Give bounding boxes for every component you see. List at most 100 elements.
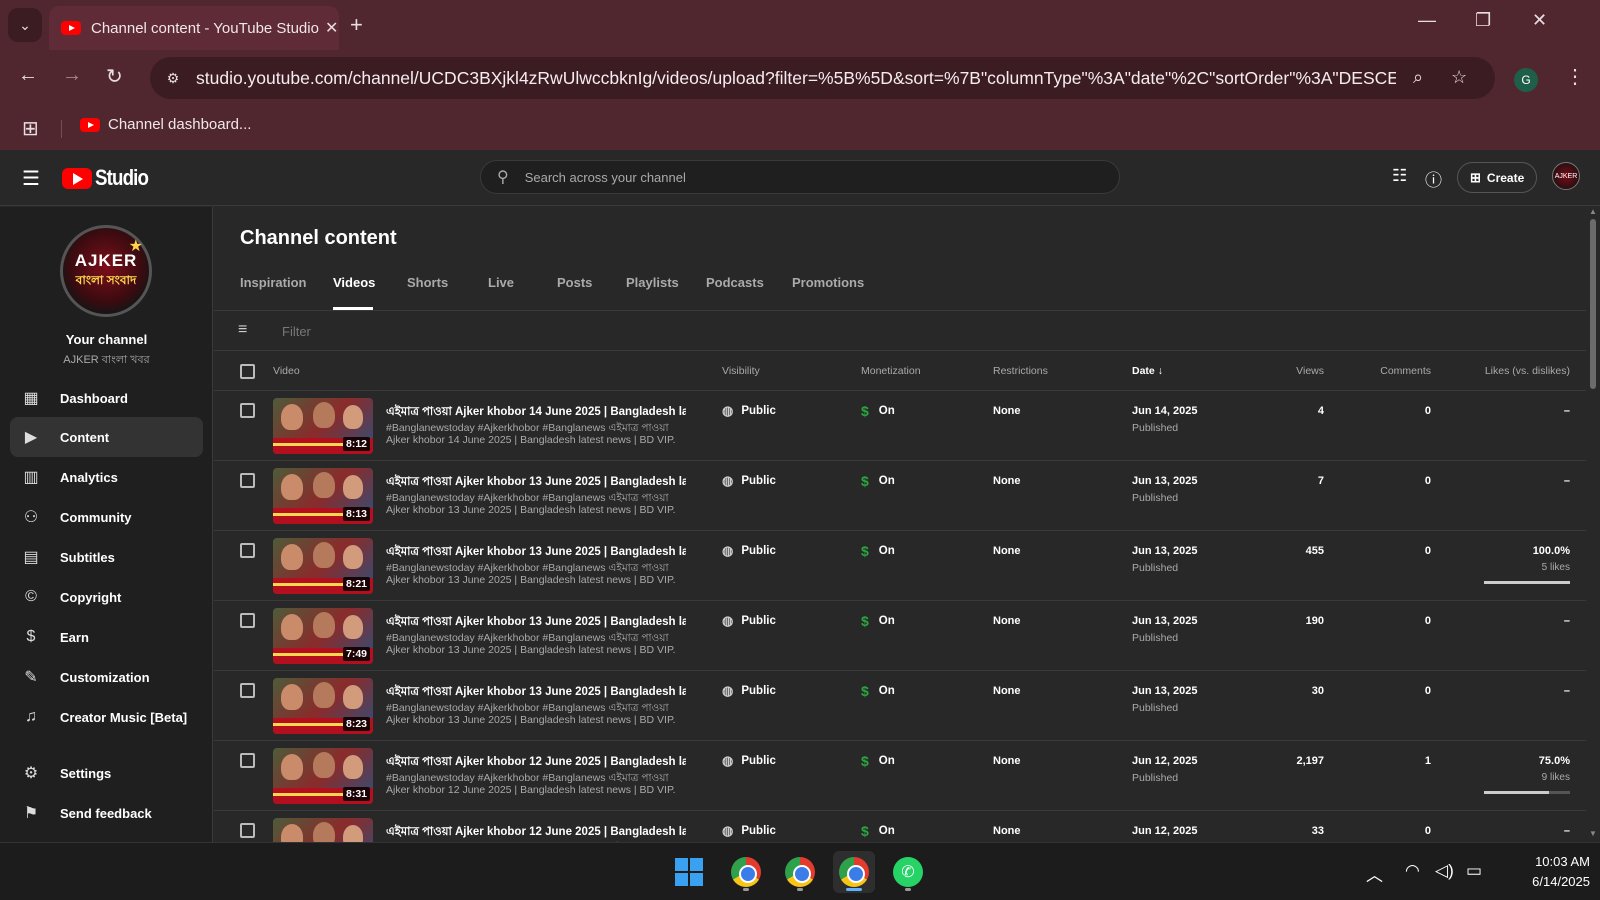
sidebar-item-subtitles[interactable]: ▤ Subtitles — [10, 537, 203, 577]
column-header-restrictions[interactable]: Restrictions — [993, 365, 1048, 377]
volume-icon[interactable]: ◁) — [1435, 861, 1454, 881]
scroll-up-icon[interactable]: ▲ — [1589, 207, 1597, 216]
wifi-icon[interactable]: ◠ — [1405, 861, 1420, 881]
apps-grid-icon[interactable]: ⊞ — [22, 116, 39, 141]
video-title[interactable]: এইমাত্র পাওয়া Ajker khobor 13 June 2025… — [386, 473, 686, 492]
visibility-cell[interactable]: ◍ Public — [722, 473, 776, 489]
tab-podcasts[interactable]: Podcasts — [706, 275, 764, 290]
channel-avatar[interactable]: ★ AJKER বাংলা সংবাদ — [60, 225, 152, 317]
video-thumbnail[interactable] — [273, 818, 373, 842]
table-row[interactable]: 7:49 এইমাত্র পাওয়া Ajker khobor 13 June … — [214, 601, 1586, 671]
video-thumbnail[interactable]: 8:12 — [273, 398, 373, 454]
column-header-visibility[interactable]: Visibility — [722, 365, 760, 377]
hamburger-menu-icon[interactable]: ☰ — [22, 166, 40, 191]
browser-menu-icon[interactable]: ⋮ — [1565, 64, 1585, 89]
row-checkbox[interactable] — [240, 613, 255, 628]
minimize-icon[interactable]: — — [1418, 10, 1436, 31]
column-header-monetization[interactable]: Monetization — [861, 365, 921, 377]
taskbar-chrome-2[interactable] — [779, 851, 821, 893]
visibility-cell[interactable]: ◍ Public — [722, 613, 776, 629]
new-tab-button[interactable]: + — [350, 12, 363, 38]
search-input[interactable] — [524, 169, 1085, 185]
select-all-checkbox[interactable] — [240, 364, 255, 379]
help-icon[interactable]: ⓘ — [1425, 166, 1442, 191]
tab-search-button[interactable]: ⌄ — [8, 8, 42, 42]
table-row[interactable]: 8:23 এইমাত্র পাওয়া Ajker khobor 13 June … — [214, 671, 1586, 741]
tab-live[interactable]: Live — [488, 275, 514, 290]
visibility-cell[interactable]: ◍ Public — [722, 683, 776, 699]
row-checkbox[interactable] — [240, 403, 255, 418]
tab-shorts[interactable]: Shorts — [407, 275, 448, 290]
video-title[interactable]: এইমাত্র পাওয়া Ajker khobor 13 June 2025… — [386, 613, 686, 632]
video-title[interactable]: এইমাত্র পাওয়া Ajker khobor 12 June 2025… — [386, 753, 686, 772]
sidebar-item-community[interactable]: ⚇ Community — [10, 497, 203, 537]
video-thumbnail[interactable]: 8:13 — [273, 468, 373, 524]
zoom-search-icon[interactable]: ⌕ — [1413, 67, 1423, 88]
address-bar[interactable]: ⚙ studio.youtube.com/channel/UCDC3BXjkl4… — [150, 57, 1495, 99]
tab-posts[interactable]: Posts — [557, 275, 592, 290]
monetization-cell[interactable]: $ On — [861, 753, 895, 769]
create-button[interactable]: ⊞ Create — [1457, 162, 1538, 193]
monetization-cell[interactable]: $ On — [861, 543, 895, 559]
video-title[interactable]: এইমাত্র পাওয়া Ajker khobor 13 June 2025… — [386, 683, 686, 702]
video-title[interactable]: এইমাত্র পাওয়া Ajker khobor 14 June 2025… — [386, 403, 686, 422]
sidebar-item-earn[interactable]: $ Earn — [10, 617, 203, 657]
scroll-down-icon[interactable]: ▼ — [1589, 829, 1597, 838]
url-text[interactable]: studio.youtube.com/channel/UCDC3BXjkl4zR… — [196, 68, 1396, 89]
messages-icon[interactable]: ☷ — [1392, 166, 1407, 186]
system-clock[interactable]: 10:03 AM 6/14/2025 — [1500, 852, 1590, 892]
site-info-icon[interactable]: ⚙ — [162, 67, 184, 89]
video-thumbnail[interactable]: 7:49 — [273, 608, 373, 664]
tab-inspiration[interactable]: Inspiration — [240, 275, 306, 290]
bookmark-star-icon[interactable]: ☆ — [1451, 67, 1467, 88]
column-header-likes[interactable]: Likes (vs. dislikes) — [1464, 365, 1570, 377]
visibility-cell[interactable]: ◍ Public — [722, 403, 776, 419]
sidebar-item-analytics[interactable]: ▥ Analytics — [10, 457, 203, 497]
table-row[interactable]: 8:31 এইমাত্র পাওয়া Ajker khobor 12 June … — [214, 741, 1586, 811]
back-icon[interactable]: ← — [18, 64, 38, 87]
tab-promotions[interactable]: Promotions — [792, 275, 864, 290]
video-title[interactable]: এইমাত্র পাওয়া Ajker khobor 12 June 2025… — [386, 823, 686, 842]
tray-overflow-chevron-icon[interactable]: ︿ — [1366, 861, 1383, 886]
sidebar-item-settings[interactable]: ⚙ Settings — [10, 753, 203, 793]
visibility-cell[interactable]: ◍ Public — [722, 823, 776, 839]
video-title[interactable]: এইমাত্র পাওয়া Ajker khobor 13 June 2025… — [386, 543, 686, 562]
filter-bar[interactable]: ≡ Filter — [214, 311, 1586, 351]
taskbar-chrome-1[interactable] — [725, 851, 767, 893]
main-scrollbar[interactable]: ▲ ▼ — [1586, 207, 1600, 842]
taskbar-chrome-3-active[interactable] — [833, 851, 875, 893]
search-bar[interactable]: ⚲ — [480, 160, 1120, 194]
profile-avatar[interactable]: G — [1514, 68, 1538, 92]
visibility-cell[interactable]: ◍ Public — [722, 753, 776, 769]
battery-icon[interactable]: ▭ — [1466, 861, 1482, 881]
monetization-cell[interactable]: $ On — [861, 683, 895, 699]
table-row[interactable]: 8:21 এইমাত্র পাওয়া Ajker khobor 13 June … — [214, 531, 1586, 601]
table-row[interactable]: 8:13 এইমাত্র পাওয়া Ajker khobor 13 June … — [214, 461, 1586, 531]
reload-icon[interactable]: ↻ — [106, 64, 123, 89]
sidebar-item-dashboard[interactable]: ▦ Dashboard — [10, 378, 203, 418]
filter-icon[interactable]: ≡ — [238, 321, 247, 339]
column-header-comments[interactable]: Comments — [1364, 365, 1431, 377]
scrollbar-thumb[interactable] — [1590, 219, 1596, 389]
monetization-cell[interactable]: $ On — [861, 473, 895, 489]
sidebar-item-send-feedback[interactable]: ⚑ Send feedback — [10, 793, 203, 833]
video-thumbnail[interactable]: 8:23 — [273, 678, 373, 734]
close-window-icon[interactable]: ✕ — [1532, 10, 1547, 31]
table-row[interactable]: এইমাত্র পাওয়া Ajker khobor 12 June 2025… — [214, 811, 1586, 842]
video-thumbnail[interactable]: 8:21 — [273, 538, 373, 594]
row-checkbox[interactable] — [240, 543, 255, 558]
sidebar-item-creator-music[interactable]: ♫ Creator Music [Beta] — [10, 697, 203, 737]
studio-logo[interactable]: Studio — [62, 165, 157, 191]
column-header-date[interactable]: Date ↓ — [1132, 365, 1163, 377]
row-checkbox[interactable] — [240, 753, 255, 768]
taskbar-whatsapp[interactable]: ✆ — [887, 851, 929, 893]
row-checkbox[interactable] — [240, 683, 255, 698]
sidebar-item-content[interactable]: ▶ Content — [10, 417, 203, 457]
filter-input[interactable]: Filter — [282, 324, 311, 339]
sidebar-item-copyright[interactable]: © Copyright — [10, 577, 203, 617]
row-checkbox[interactable] — [240, 823, 255, 838]
browser-tab-active[interactable]: Channel content - YouTube Studio ✕ — [49, 6, 339, 50]
monetization-cell[interactable]: $ On — [861, 403, 895, 419]
start-button[interactable] — [668, 851, 710, 893]
column-header-views[interactable]: Views — [1239, 365, 1324, 377]
